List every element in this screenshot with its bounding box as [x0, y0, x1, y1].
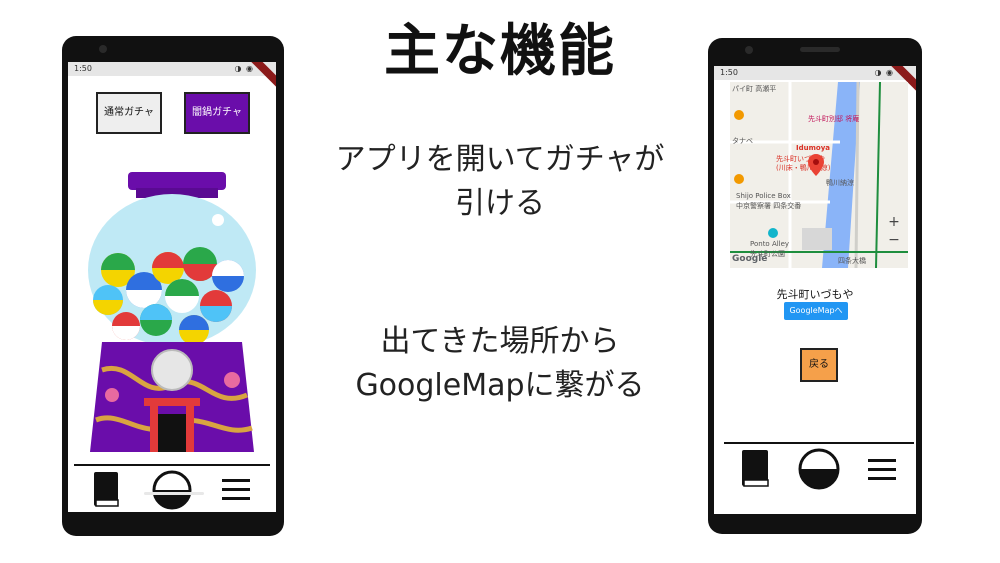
zoom-in-button[interactable]: + — [886, 214, 902, 230]
gacha-app-screen: 1:50 ◑ ◉ 通常ガチャ 闇鍋ガチャ — [68, 62, 276, 512]
book-icon[interactable] — [740, 448, 772, 490]
menu-icon[interactable] — [222, 476, 250, 504]
location-pin-icon[interactable] — [808, 154, 824, 176]
google-map-view[interactable]: パイ町 高瀬平 先斗町別邸 将庵 タナベ Idumoya 先斗町いづもや (川床… — [730, 82, 908, 268]
map-label-police: Shijo Police Box — [736, 192, 791, 200]
phone-gacha-screen: 1:50 ◑ ◉ 通常ガチャ 闇鍋ガチャ — [62, 36, 284, 536]
machine-knob — [151, 349, 193, 391]
map-label-idumoya: Idumoya — [796, 144, 830, 152]
open-googlemap-button[interactable]: GoogleMapへ — [784, 302, 848, 320]
feature-description-gacha: アプリを開いてガチャが 引ける — [290, 138, 710, 226]
globe-shine — [212, 214, 224, 226]
feature-description-map: 出てきた場所から GoogleMapに繋がる — [290, 320, 710, 408]
bottom-nav-divider — [724, 442, 914, 444]
front-camera — [99, 45, 107, 53]
back-button[interactable]: 戻る — [800, 348, 838, 382]
gacha-machine-illustration[interactable] — [82, 170, 262, 460]
poi-icon[interactable] — [734, 174, 744, 184]
book-icon[interactable] — [92, 470, 122, 510]
feature-description-map-line2: GoogleMapに繋がる — [355, 368, 645, 403]
feature-description-gacha-line1: アプリを開いてガチャが — [335, 142, 665, 177]
zoom-out-button[interactable]: − — [886, 232, 902, 248]
earpiece-speaker — [800, 47, 840, 52]
status-icons: ◑ ◉ — [874, 68, 894, 77]
map-label-pontocho: 先斗町別邸 将庵 — [808, 115, 860, 123]
poi-icon[interactable] — [768, 228, 778, 238]
status-bar: 1:50 ◑ ◉ — [68, 62, 276, 90]
phone-map-screen: 1:50 ◑ ◉ パイ町 高瀬平 先斗町別邸 将庵 タナベ Idumoya 先斗… — [708, 38, 922, 534]
map-label-street: 四条大橋 — [838, 257, 866, 265]
map-label: パイ町 高瀬平 — [732, 85, 777, 93]
torii-pillar — [150, 406, 158, 452]
feature-description-map-line1: 出てきた場所から — [380, 324, 620, 359]
bottom-nav-divider — [74, 464, 270, 466]
result-app-screen: 1:50 ◑ ◉ パイ町 高瀬平 先斗町別邸 将庵 タナベ Idumoya 先斗… — [714, 66, 916, 514]
machine-cap — [128, 172, 226, 190]
flower-decoration — [105, 388, 119, 402]
google-logo: Google — [732, 254, 768, 264]
dark-gacha-button[interactable]: 闇鍋ガチャ — [184, 92, 250, 134]
feature-description-gacha-line2: 引ける — [455, 186, 545, 221]
flower-decoration — [224, 372, 240, 388]
normal-gacha-button[interactable]: 通常ガチャ — [96, 92, 162, 134]
map-label-tanabe: タナベ — [732, 137, 753, 145]
status-icons: ◑ ◉ — [234, 64, 254, 73]
home-indicator[interactable] — [144, 492, 204, 495]
status-time: 1:50 — [74, 64, 92, 73]
map-label-kamogawa: 鴨川納涼 — [826, 179, 854, 187]
map-label-police-jp: 中京警察署 四条交番 — [736, 202, 802, 210]
poi-icon[interactable] — [734, 110, 744, 120]
place-name: 先斗町いづもや — [776, 288, 854, 301]
front-camera — [745, 46, 753, 54]
menu-icon[interactable] — [868, 456, 896, 484]
gacha-ball-icon[interactable] — [152, 470, 192, 510]
torii-top — [144, 398, 200, 406]
status-bar: 1:50 ◑ ◉ — [714, 66, 916, 94]
gacha-ball-icon[interactable] — [798, 448, 840, 490]
capsule-outlet — [158, 414, 186, 452]
status-time: 1:50 — [720, 68, 738, 77]
torii-pillar — [186, 406, 194, 452]
map-label-alley: Ponto Alley — [750, 240, 790, 248]
